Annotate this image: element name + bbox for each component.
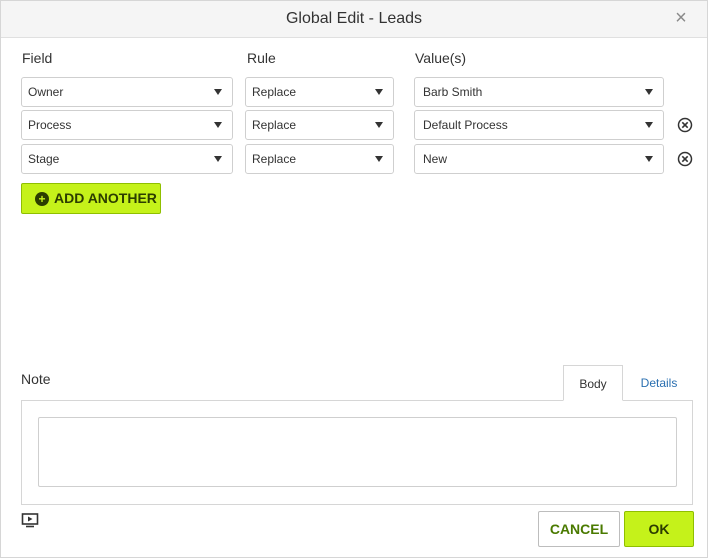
chevron-down-icon [645, 89, 653, 95]
note-panel [21, 400, 693, 505]
dialog-titlebar: Global Edit - Leads × [1, 1, 707, 38]
value-select-value: New [423, 152, 448, 166]
chevron-down-icon [645, 156, 653, 162]
chevron-down-icon [214, 89, 222, 95]
note-body-textarea[interactable] [38, 417, 677, 487]
value-select[interactable]: New [414, 144, 664, 174]
tab-details[interactable]: Details [629, 365, 689, 401]
field-select-value: Process [28, 118, 72, 132]
value-select-value: Default Process [423, 118, 508, 132]
plus-circle-icon: + [35, 192, 49, 206]
field-select-value: Owner [28, 85, 64, 99]
rule-select-value: Replace [252, 85, 297, 99]
rule-select-value: Replace [252, 118, 297, 132]
close-icon[interactable]: × [673, 8, 689, 28]
add-another-button[interactable]: + ADD ANOTHER [21, 183, 161, 214]
chevron-down-icon [375, 89, 383, 95]
field-select-owner[interactable]: Owner [21, 77, 233, 107]
value-select[interactable]: Barb Smith [414, 77, 664, 107]
chevron-down-icon [214, 122, 222, 128]
dialog-title: Global Edit - Leads [285, 10, 423, 27]
value-select[interactable]: Default Process [414, 110, 664, 140]
rule-column-header: Rule [247, 50, 276, 66]
field-select-stage[interactable]: Stage [21, 144, 233, 174]
field-column-header: Field [22, 50, 53, 66]
global-edit-dialog: Global Edit - Leads × Field Rule Value(s… [0, 0, 708, 558]
note-label: Note [21, 371, 51, 387]
ok-button[interactable]: OK [624, 511, 694, 547]
chevron-down-icon [375, 122, 383, 128]
rule-select[interactable]: Replace [245, 77, 394, 107]
field-select-process[interactable]: Process [21, 110, 233, 140]
cancel-button[interactable]: CANCEL [538, 511, 620, 547]
remove-row-icon[interactable] [677, 117, 693, 133]
remove-row-icon[interactable] [677, 151, 693, 167]
tab-body[interactable]: Body [563, 365, 623, 401]
add-another-label: ADD ANOTHER [54, 190, 157, 206]
values-column-header: Value(s) [415, 50, 467, 66]
rule-select-value: Replace [252, 152, 297, 166]
rule-select[interactable]: Replace [245, 110, 394, 140]
chevron-down-icon [214, 156, 222, 162]
rule-select[interactable]: Replace [245, 144, 394, 174]
value-select-value: Barb Smith [423, 85, 483, 99]
play-screen-icon[interactable] [21, 512, 39, 528]
field-select-value: Stage [28, 152, 60, 166]
chevron-down-icon [645, 122, 653, 128]
chevron-down-icon [375, 156, 383, 162]
